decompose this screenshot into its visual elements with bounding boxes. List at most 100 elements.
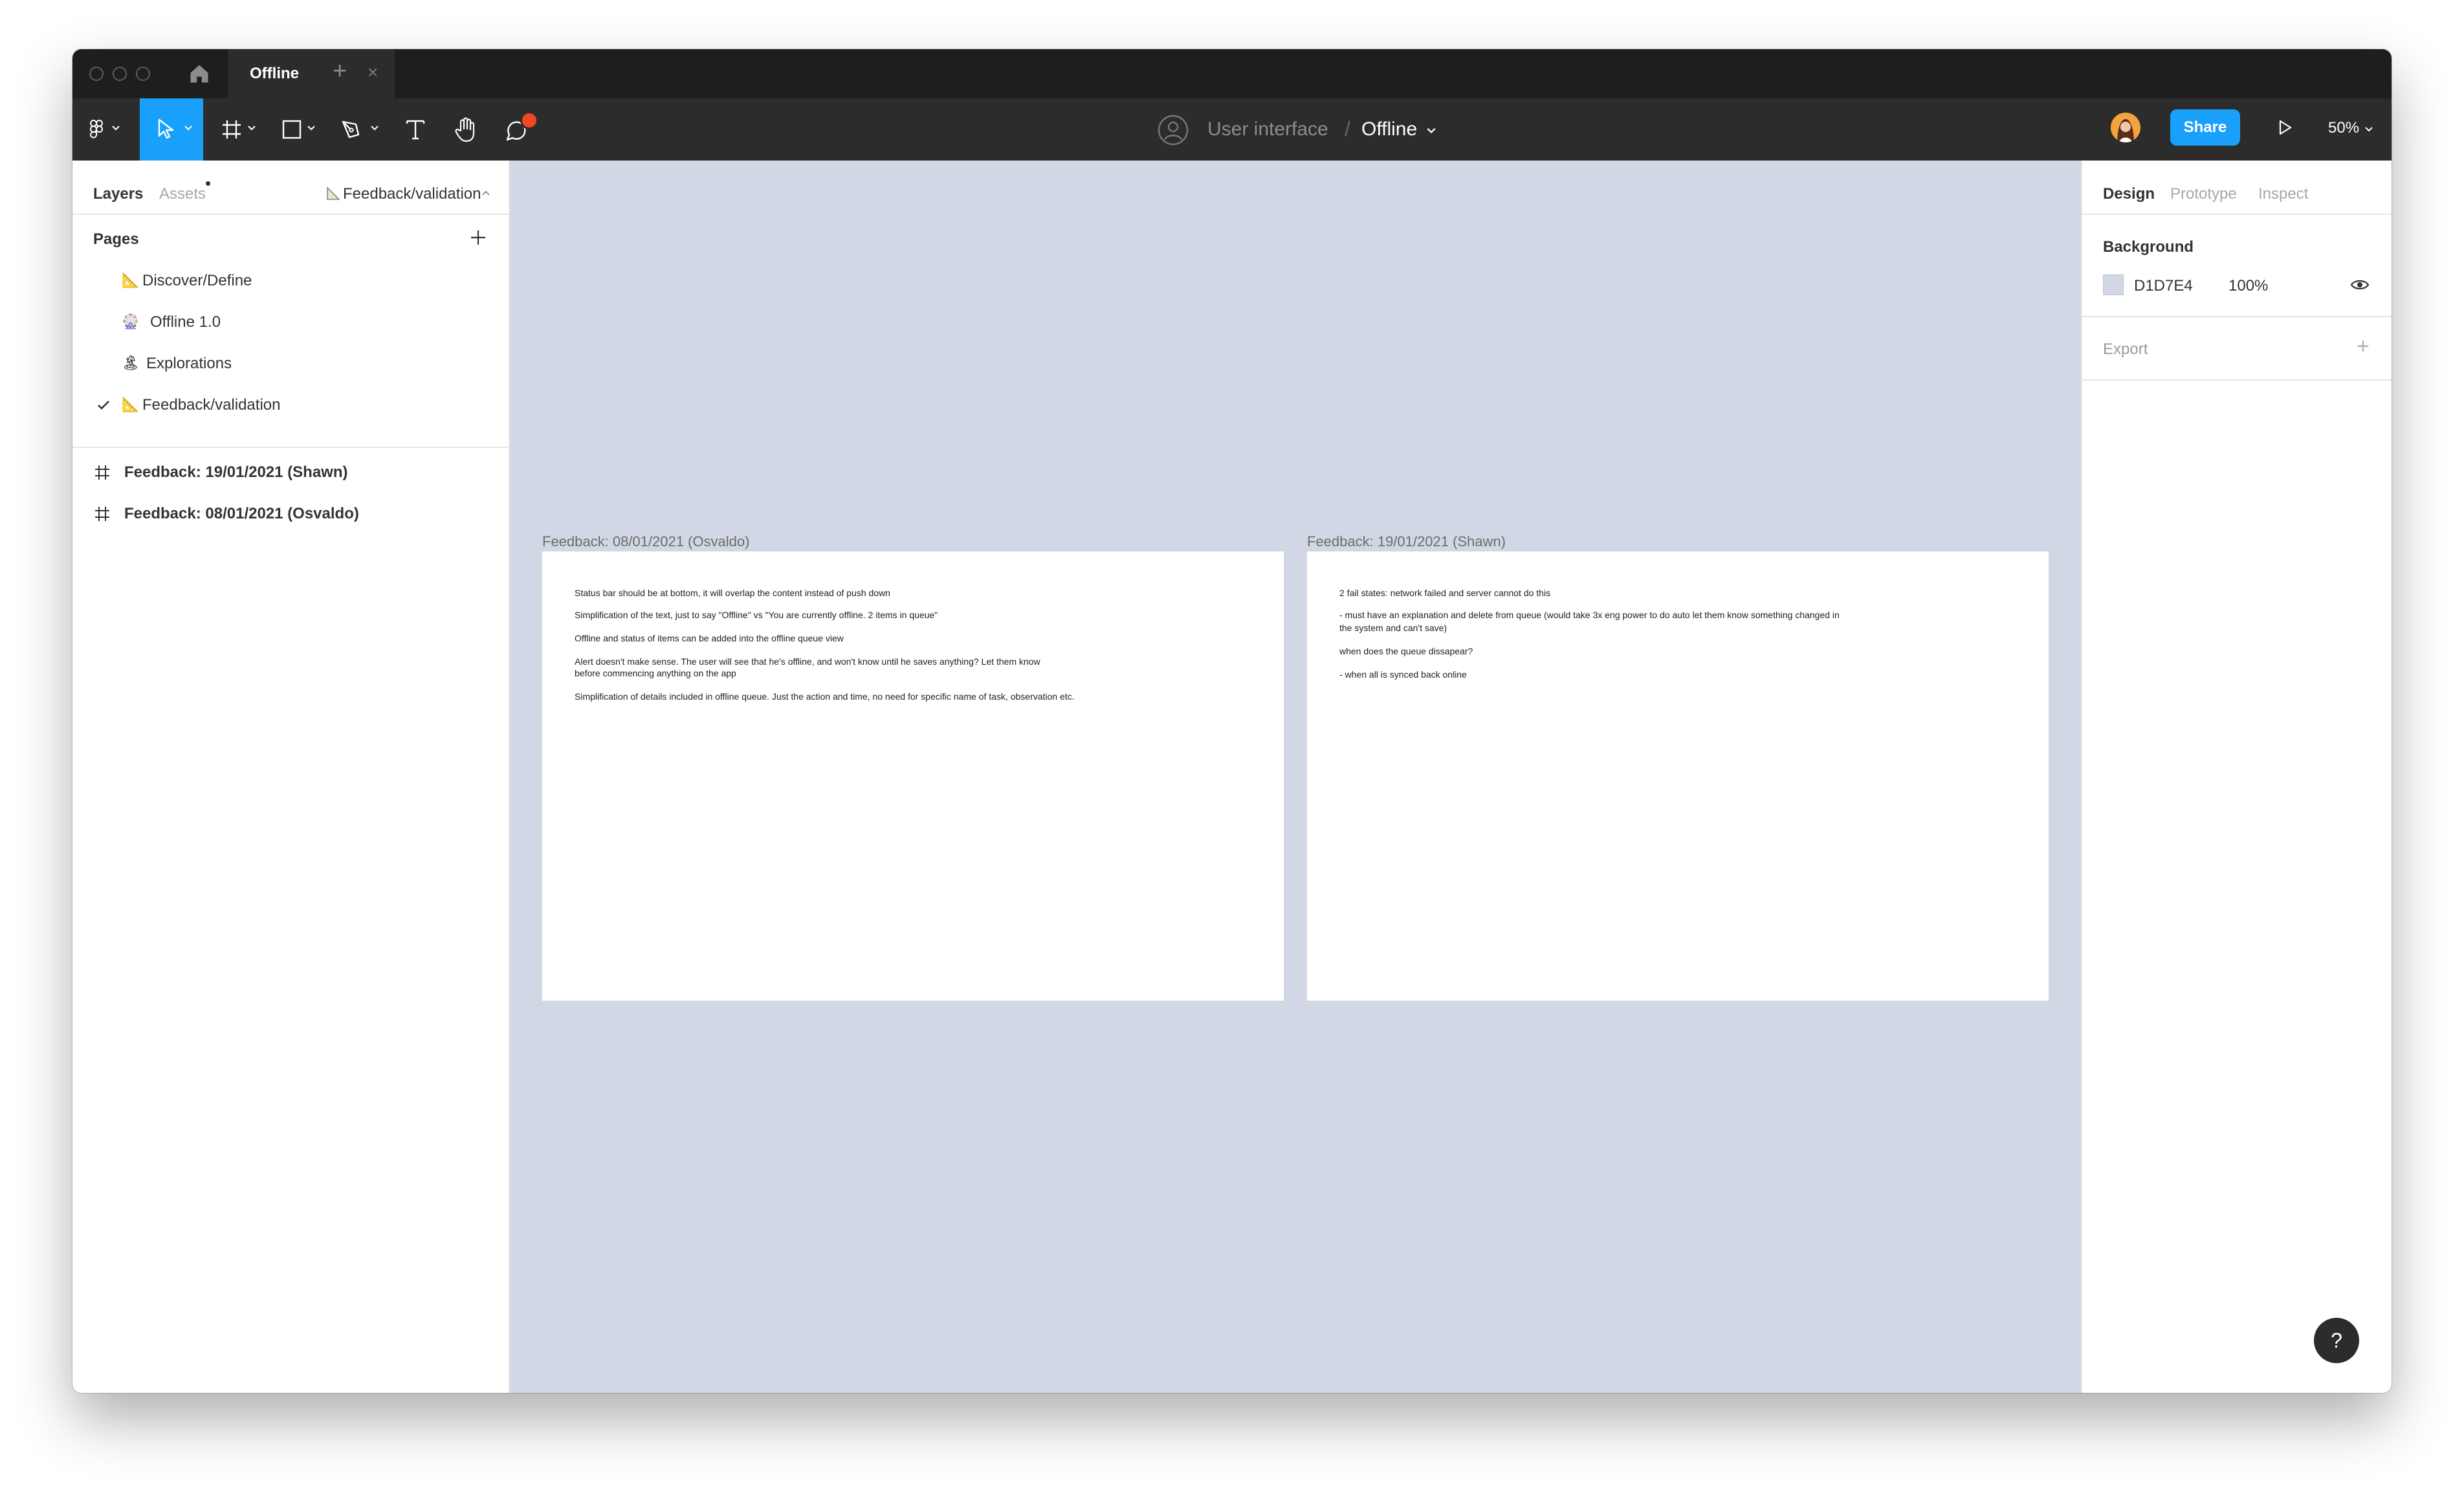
frame-icon (223, 120, 241, 139)
hand-tool-button[interactable] (446, 98, 485, 161)
pen-tool-button[interactable] (331, 98, 387, 161)
window-zoom-button[interactable] (136, 67, 150, 81)
feedback-note: Simplification of the text, just to say … (575, 610, 938, 620)
assets-update-dot (206, 181, 210, 186)
frame-label-shawn[interactable]: Feedback: 19/01/2021 (Shawn) (1307, 533, 1506, 550)
add-page-icon[interactable] (470, 229, 487, 246)
export-section-title: Export (2103, 340, 2148, 358)
layer-item-feedback-osvaldo[interactable]: Feedback: 08/01/2021 (Osvaldo) (72, 493, 509, 535)
feedback-note: when does the queue dissapear? (1339, 646, 1473, 656)
feedback-note: Status bar should be at bottom, it will … (575, 588, 890, 598)
frame-feedback-osvaldo[interactable]: Status bar should be at bottom, it will … (542, 551, 1284, 1001)
feedback-note: - when all is synced back online (1339, 669, 1467, 680)
text-tool-button[interactable] (396, 98, 435, 161)
tab-close-icon[interactable]: × (368, 62, 378, 83)
layer-item-feedback-shawn[interactable]: Feedback: 19/01/2021 (Shawn) (72, 452, 509, 493)
team-avatar-icon (1158, 115, 1189, 146)
panel-divider (2082, 214, 2392, 215)
layer-item-label: Feedback: 19/01/2021 (Shawn) (124, 463, 348, 481)
panel-divider (2082, 316, 2392, 317)
main-menu-button[interactable] (83, 98, 128, 161)
page-item-offline-1-0[interactable]: 🎡 Offline 1.0 (72, 302, 509, 343)
tab-bar: Offline × + (72, 49, 2392, 98)
frame-feedback-shawn[interactable]: 2 fail states: network failed and server… (1307, 551, 2049, 1001)
project-name[interactable]: User interface (1207, 118, 1328, 140)
page-item-label: Explorations (146, 355, 232, 372)
shape-tool-button[interactable] (273, 98, 325, 161)
figma-window: Offline × + User interface / Offline Sha… (72, 49, 2392, 1393)
window-close-button[interactable] (89, 67, 104, 81)
background-color-swatch[interactable] (2103, 274, 2124, 295)
panel-divider (72, 447, 509, 448)
present-play-icon[interactable] (2275, 118, 2294, 137)
window-minimize-button[interactable] (113, 67, 127, 81)
feedback-note: Alert doesn't make sense. The user will … (575, 656, 1040, 667)
chevron-down-icon (307, 126, 315, 131)
page-item-label: Feedback/validation (142, 396, 281, 414)
chevron-down-icon (184, 126, 192, 131)
background-section-title: Background (2103, 238, 2194, 256)
current-page-dropdown[interactable]: Feedback/validation (318, 184, 500, 203)
text-icon (406, 120, 425, 140)
chevron-down-icon[interactable] (2364, 124, 2373, 133)
zoom-dropdown[interactable]: 50% (2328, 119, 2359, 137)
page-emoji-icon: 🏝 (122, 355, 140, 371)
page-item-feedback-validation[interactable]: 📐 Feedback/validation (72, 384, 509, 426)
tab-title: Offline (250, 65, 299, 82)
figma-logo-icon (89, 120, 103, 139)
feedback-note: 2 fail states: network failed and server… (1339, 588, 1551, 598)
home-icon[interactable] (188, 62, 211, 85)
add-export-button[interactable]: + (2357, 334, 2370, 359)
page-item-label: Offline 1.0 (150, 313, 221, 331)
help-button[interactable]: ? (2314, 1318, 2359, 1363)
page-item-explorations[interactable]: 🏝 Explorations (72, 343, 509, 384)
chevron-down-icon (112, 126, 120, 131)
comment-tool-button[interactable] (497, 98, 542, 161)
tab-design[interactable]: Design (2103, 185, 2155, 203)
tab-layers[interactable]: Layers (93, 185, 143, 203)
left-panel: Layers Assets Feedback/validation Pages … (72, 161, 510, 1393)
frame-icon (95, 507, 109, 521)
right-panel: Design Prototype Inspect Background D1D7… (2081, 161, 2392, 1393)
page-emoji-icon: 📐 (122, 272, 140, 288)
toolbar: User interface / Offline (72, 98, 2392, 161)
cursor-icon (158, 118, 174, 139)
panel-divider (2082, 379, 2392, 381)
chevron-down-icon[interactable] (1426, 125, 1436, 135)
avatar[interactable] (2111, 113, 2140, 142)
file-name[interactable]: Offline (1361, 118, 1417, 140)
new-tab-button[interactable]: + (333, 58, 347, 84)
chevron-down-icon (248, 126, 256, 131)
frame-icon (95, 465, 109, 480)
panel-divider (72, 214, 509, 215)
layer-item-label: Feedback: 08/01/2021 (Osvaldo) (124, 505, 359, 522)
feedback-note: Simplification of details included in of… (575, 691, 1075, 702)
pages-title: Pages (93, 230, 139, 248)
move-tool-button[interactable] (140, 98, 203, 161)
tab-inspect[interactable]: Inspect (2258, 185, 2308, 203)
background-opacity-input[interactable]: 100% (2228, 277, 2268, 295)
checkmark-icon (98, 401, 109, 410)
hand-icon (455, 117, 475, 142)
page-item-discover-define[interactable]: 📐 Discover/Define (72, 260, 509, 302)
tab-prototype[interactable]: Prototype (2170, 185, 2237, 203)
feedback-note: - must have an explanation and delete fr… (1339, 610, 1840, 620)
background-hex-input[interactable]: D1D7E4 (2134, 277, 2193, 295)
pen-icon (342, 120, 360, 139)
tab-assets[interactable]: Assets (159, 185, 206, 203)
frame-tool-button[interactable] (215, 98, 267, 161)
page-emoji-icon: 🎡 (122, 313, 140, 329)
feedback-note: before commencing anything on the app (575, 668, 736, 678)
page-item-label: Discover/Define (142, 272, 252, 289)
design-canvas[interactable]: Feedback: 08/01/2021 (Osvaldo) Status ba… (510, 161, 2081, 1393)
eye-icon[interactable] (2350, 277, 2370, 293)
share-button[interactable]: Share (2170, 109, 2240, 146)
feedback-note: Offline and status of items can be added… (575, 633, 844, 643)
page-emoji-icon: 📐 (122, 396, 140, 412)
file-title[interactable]: User interface / Offline (1084, 98, 1667, 161)
user-photo-icon (2111, 113, 2140, 142)
tab-offline[interactable]: Offline × (228, 49, 395, 98)
rectangle-icon (282, 120, 302, 139)
current-page-label: Feedback/validation (343, 185, 481, 203)
frame-label-osvaldo[interactable]: Feedback: 08/01/2021 (Osvaldo) (542, 533, 749, 550)
